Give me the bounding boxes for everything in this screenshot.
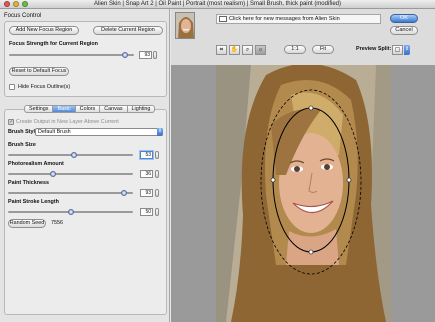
- ok-button[interactable]: OK: [390, 14, 418, 23]
- reset-focus-button[interactable]: Reset to Default Focus: [9, 67, 69, 76]
- alien-skin-message-bar[interactable]: Click here for new messages from Alien S…: [216, 14, 381, 24]
- zoom-window-button[interactable]: [22, 1, 28, 7]
- crop-icon: ⌗: [219, 47, 224, 53]
- portrait-preview-image: [171, 65, 435, 322]
- photorealism-stepper[interactable]: [155, 170, 159, 178]
- window-title: Alien Skin | Snap Art 2 | Oil Paint | Po…: [94, 1, 341, 7]
- focus-strength-label: Focus Strength for Current Region: [9, 41, 98, 47]
- random-seed-value: 7556: [51, 220, 63, 226]
- hand-tool-button[interactable]: ✋: [229, 45, 240, 55]
- brush-size-field[interactable]: 53: [140, 151, 153, 159]
- chevron-updown-icon[interactable]: ⇕: [404, 45, 410, 55]
- sun-icon: ☼: [257, 47, 264, 53]
- focus-strength-stepper[interactable]: [153, 51, 157, 59]
- paint-thickness-field[interactable]: 93: [140, 189, 153, 197]
- stroke-length-slider[interactable]: [67, 209, 74, 215]
- focus-strength-slider[interactable]: [122, 52, 129, 58]
- photorealism-track: [8, 173, 133, 175]
- brush-size-label: Brush Size: [8, 142, 36, 148]
- zoom-tool-button[interactable]: ⌕: [242, 45, 253, 55]
- tab-lighting[interactable]: Lighting: [127, 105, 156, 113]
- settings-tabs: Settings Basic Colors Canvas Lighting: [24, 105, 156, 114]
- focus-strength-field[interactable]: 93: [139, 51, 152, 59]
- preview-split-label: Preview Split:: [356, 46, 392, 52]
- minimize-window-button[interactable]: [13, 1, 19, 7]
- tab-settings[interactable]: Settings: [24, 105, 54, 113]
- focus-control-title: Focus Control: [4, 13, 42, 19]
- tab-canvas[interactable]: Canvas: [100, 105, 128, 113]
- stroke-length-field[interactable]: 50: [140, 208, 153, 216]
- add-focus-region-button[interactable]: Add New Focus Region: [9, 26, 79, 35]
- focus-control-group: Add New Focus Region Delete Current Regi…: [4, 21, 167, 97]
- photorealism-label: Photorealism Amount: [8, 161, 64, 167]
- tab-basic[interactable]: Basic: [53, 105, 76, 113]
- split-icon: ▢: [394, 47, 401, 53]
- create-layer-checkbox[interactable]: [8, 118, 14, 125]
- brush-style-value: Default Brush: [38, 129, 71, 135]
- photorealism-field[interactable]: 36: [140, 170, 153, 178]
- zoom-icon: ⌕: [245, 47, 250, 53]
- message-text: Click here for new messages from Alien S…: [229, 16, 340, 22]
- portrait-thumbnail-image: [176, 13, 194, 38]
- window-controls: [4, 1, 28, 7]
- hide-focus-label: Hide Focus Outline(s): [18, 84, 71, 90]
- stroke-length-label: Paint Stroke Length: [8, 199, 59, 205]
- stroke-length-stepper[interactable]: [155, 208, 159, 216]
- cancel-button[interactable]: Cancel: [390, 26, 418, 35]
- title-bar: Alien Skin | Snap Art 2 | Oil Paint | Po…: [0, 0, 435, 9]
- brush-style-label: Brush Style: [8, 129, 38, 135]
- navigator-thumbnail[interactable]: [175, 12, 195, 39]
- photorealism-slider[interactable]: [50, 171, 56, 177]
- zoom-1-1-button[interactable]: 1:1: [284, 45, 306, 54]
- focus-tool-button[interactable]: ☼: [255, 45, 266, 55]
- close-window-button[interactable]: [4, 1, 10, 7]
- random-seed-button[interactable]: Random Seed: [8, 219, 46, 228]
- preview-canvas[interactable]: [171, 65, 435, 322]
- delete-region-button[interactable]: Delete Current Region: [93, 26, 163, 35]
- focus-strength-track: [9, 54, 134, 56]
- preview-panel: Click here for new messages from Alien S…: [171, 9, 435, 322]
- hand-icon: ✋: [230, 47, 239, 53]
- crop-tool-button[interactable]: ⌗: [216, 45, 227, 55]
- create-layer-label: Create Output in New Layer Above Current: [16, 119, 119, 125]
- brush-style-select[interactable]: Default Brush ⇕: [35, 128, 163, 136]
- mail-icon: [219, 16, 227, 22]
- paint-thickness-label: Paint Thickness: [8, 180, 50, 186]
- paint-thickness-track: [8, 192, 133, 194]
- hide-focus-checkbox[interactable]: [9, 84, 15, 90]
- left-panel: Focus Control Add New Focus Region Delet…: [0, 9, 170, 322]
- tab-colors[interactable]: Colors: [75, 105, 101, 113]
- paint-thickness-stepper[interactable]: [155, 189, 159, 197]
- brush-size-stepper[interactable]: [155, 151, 159, 159]
- preview-split-select[interactable]: ▢: [392, 45, 403, 55]
- fit-button[interactable]: Fit: [312, 45, 334, 54]
- chevron-updown-icon: ⇕: [157, 128, 163, 136]
